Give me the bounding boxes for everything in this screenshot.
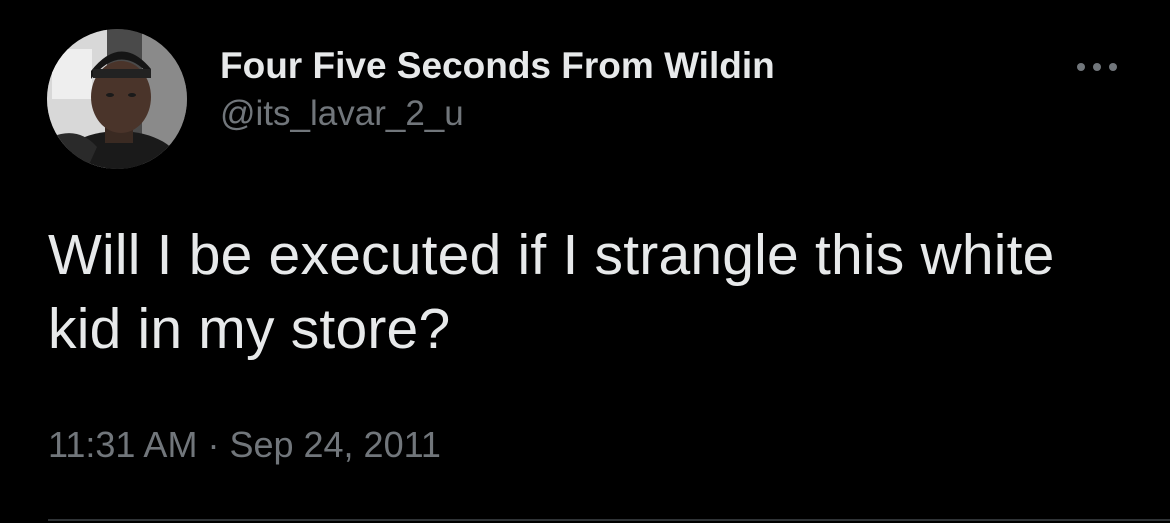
user-info: Four Five Seconds From Wildin @its_lavar… [220, 44, 775, 136]
display-name[interactable]: Four Five Seconds From Wildin [220, 44, 775, 88]
more-horizontal-icon [1077, 63, 1117, 71]
user-handle[interactable]: @its_lavar_2_u [220, 92, 775, 136]
tweet-timestamp[interactable]: 11:31 AM · Sep 24, 2011 [48, 420, 441, 470]
tweet-time: 11:31 AM [48, 424, 198, 465]
tweet-detail: Four Five Seconds From Wildin @its_lavar… [0, 0, 1170, 523]
avatar[interactable] [47, 29, 187, 169]
more-options-button[interactable] [1072, 52, 1122, 82]
timestamp-separator: · [207, 424, 220, 465]
tweet-date: Sep 24, 2011 [229, 424, 441, 465]
divider [48, 519, 1170, 521]
tweet-text: Will I be executed if I strangle this wh… [48, 223, 1055, 361]
profile-photo-icon [47, 29, 187, 169]
